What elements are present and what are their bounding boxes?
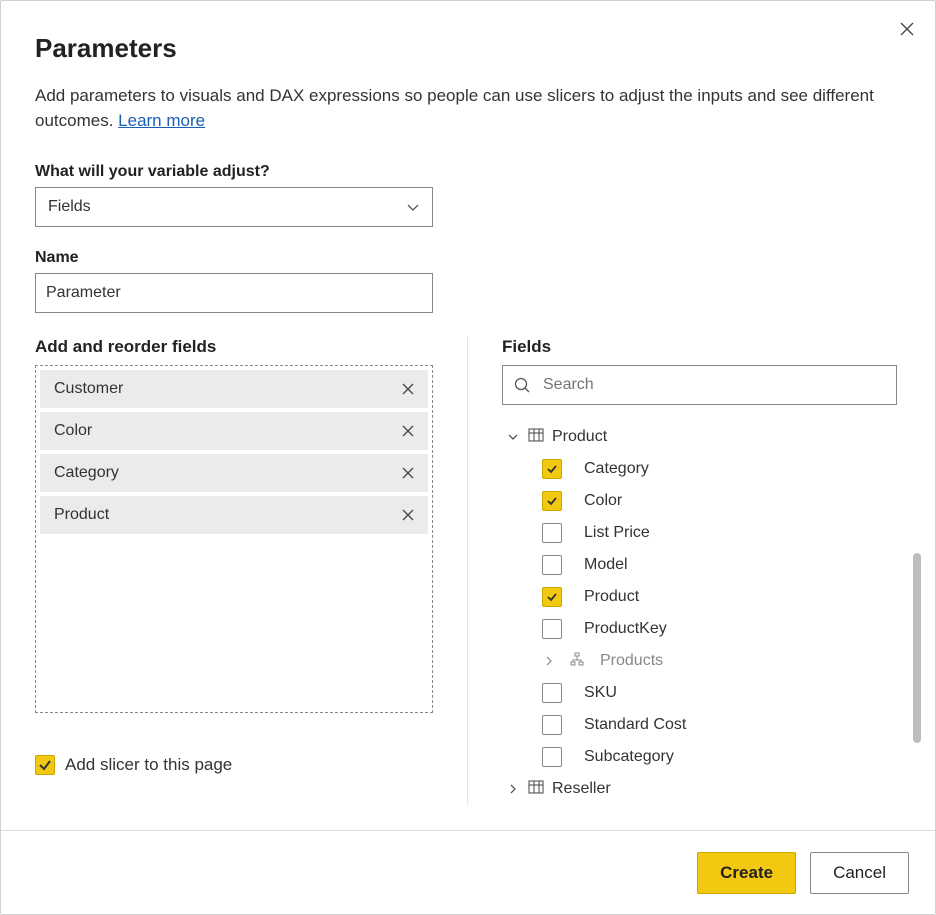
field-name: SKU: [584, 684, 617, 702]
field-token[interactable]: Product: [40, 496, 428, 534]
chevron-right-icon: [506, 783, 520, 795]
field-name: ProductKey: [584, 620, 667, 638]
table-row-reseller[interactable]: Reseller: [502, 773, 901, 805]
field-checkbox[interactable]: [542, 555, 562, 575]
field-checkbox-row[interactable]: Color: [502, 485, 901, 517]
variable-adjust-dropdown[interactable]: Fields: [35, 187, 433, 227]
field-token-label: Customer: [54, 380, 123, 398]
close-icon: [401, 382, 415, 396]
field-checkbox[interactable]: [542, 523, 562, 543]
field-name: Standard Cost: [584, 716, 686, 734]
field-name: List Price: [584, 524, 650, 542]
field-token[interactable]: Customer: [40, 370, 428, 408]
field-checkbox-row[interactable]: List Price: [502, 517, 901, 549]
field-checkbox-row[interactable]: Product: [502, 581, 901, 613]
name-label: Name: [35, 249, 901, 267]
search-icon: [513, 376, 531, 394]
remove-field-button[interactable]: [398, 379, 418, 399]
check-icon: [546, 495, 558, 507]
dialog-footer: Create Cancel: [1, 830, 935, 914]
field-name: Model: [584, 556, 628, 574]
remove-field-button[interactable]: [398, 505, 418, 525]
name-input[interactable]: [35, 273, 433, 313]
chevron-down-icon: [506, 431, 520, 443]
field-token-label: Product: [54, 506, 109, 524]
dialog-description: Add parameters to visuals and DAX expres…: [35, 84, 901, 133]
chevron-down-icon: [406, 200, 420, 214]
check-icon: [38, 758, 52, 772]
check-icon: [546, 463, 558, 475]
hierarchy-icon: [570, 652, 584, 671]
field-name: Subcategory: [584, 748, 674, 766]
chevron-right-icon: [542, 655, 556, 667]
reorder-fields-label: Add and reorder fields: [35, 337, 433, 357]
fields-search-box[interactable]: [502, 365, 897, 405]
close-icon: [401, 424, 415, 438]
variable-adjust-label: What will your variable adjust?: [35, 163, 901, 181]
field-checkbox[interactable]: [542, 715, 562, 735]
table-name: Product: [552, 428, 607, 446]
reorder-fields-box[interactable]: Customer Color Category Product: [35, 365, 433, 713]
field-checkbox[interactable]: [542, 491, 562, 511]
scrollbar[interactable]: [913, 553, 921, 743]
field-token[interactable]: Category: [40, 454, 428, 492]
field-checkbox[interactable]: [542, 747, 562, 767]
field-name: Category: [584, 460, 649, 478]
close-button[interactable]: [893, 15, 921, 43]
field-checkbox-row[interactable]: Standard Cost: [502, 709, 901, 741]
field-checkbox[interactable]: [542, 459, 562, 479]
field-checkbox[interactable]: [542, 619, 562, 639]
parameters-dialog: Parameters Add parameters to visuals and…: [0, 0, 936, 915]
field-checkbox-row[interactable]: ProductKey: [502, 613, 901, 645]
table-icon: [528, 428, 544, 447]
hierarchy-row[interactable]: Products: [502, 645, 901, 677]
table-row-product[interactable]: Product: [502, 421, 901, 453]
field-checkbox-row[interactable]: SKU: [502, 677, 901, 709]
field-token-label: Color: [54, 422, 92, 440]
close-icon: [401, 466, 415, 480]
close-icon: [401, 508, 415, 522]
remove-field-button[interactable]: [398, 463, 418, 483]
fields-search-input[interactable]: [541, 375, 886, 395]
add-slicer-checkbox[interactable]: [35, 755, 55, 775]
learn-more-link[interactable]: Learn more: [118, 111, 205, 130]
field-checkbox[interactable]: [542, 587, 562, 607]
dialog-title: Parameters: [35, 33, 901, 64]
field-name: Color: [584, 492, 622, 510]
field-name: Product: [584, 588, 639, 606]
table-name: Reseller: [552, 780, 611, 798]
cancel-button[interactable]: Cancel: [810, 852, 909, 894]
field-checkbox-row[interactable]: Category: [502, 453, 901, 485]
remove-field-button[interactable]: [398, 421, 418, 441]
fields-panel-title: Fields: [502, 337, 901, 357]
create-button[interactable]: Create: [697, 852, 796, 894]
fields-tree: Product Category Color List Price: [502, 421, 901, 805]
field-checkbox-row[interactable]: Model: [502, 549, 901, 581]
field-name: Products: [600, 652, 663, 670]
check-icon: [546, 591, 558, 603]
field-token[interactable]: Color: [40, 412, 428, 450]
add-slicer-label: Add slicer to this page: [65, 755, 232, 775]
field-checkbox-row[interactable]: Subcategory: [502, 741, 901, 773]
dropdown-value: Fields: [48, 198, 91, 216]
table-icon: [528, 780, 544, 799]
field-checkbox[interactable]: [542, 683, 562, 703]
field-token-label: Category: [54, 464, 119, 482]
close-icon: [899, 21, 915, 37]
